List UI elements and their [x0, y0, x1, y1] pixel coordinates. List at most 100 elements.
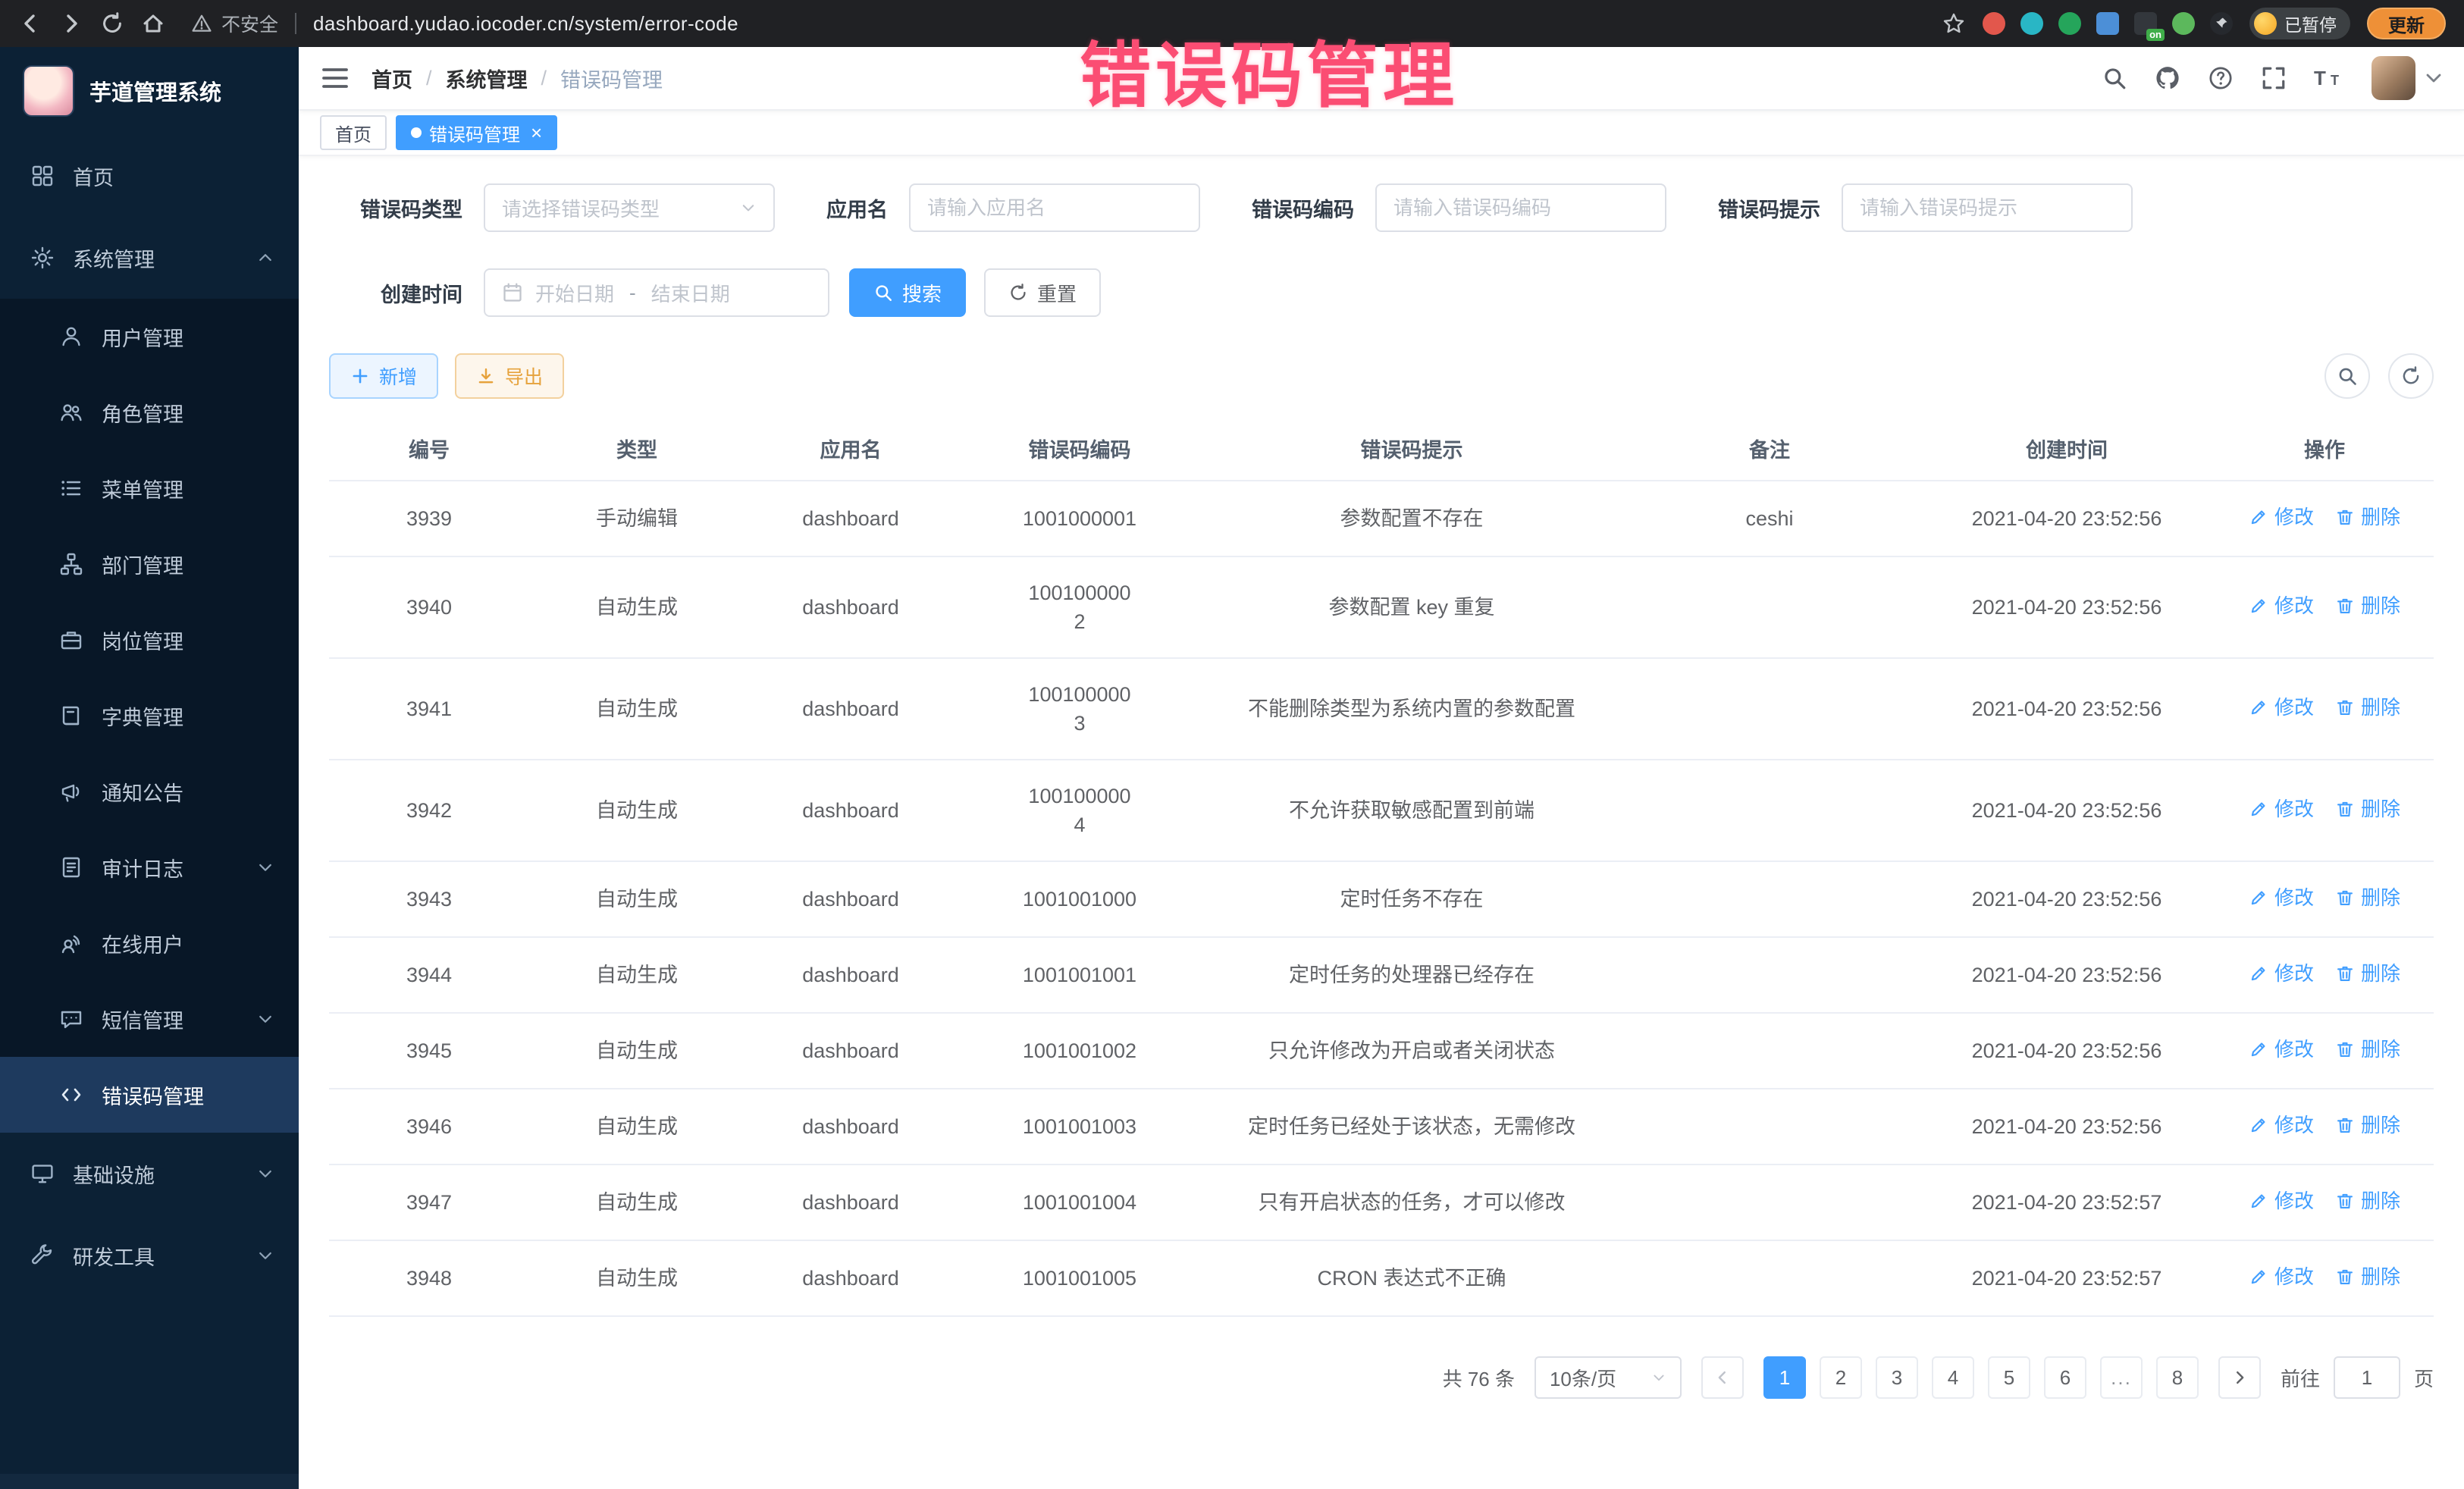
- tag-active[interactable]: 错误码管理×: [396, 115, 557, 150]
- help-icon[interactable]: [2208, 65, 2234, 91]
- page-button[interactable]: 6: [2044, 1356, 2086, 1399]
- home-icon[interactable]: [141, 11, 165, 36]
- delete-link[interactable]: 删除: [2335, 1186, 2400, 1215]
- page-button[interactable]: 3: [1876, 1356, 1918, 1399]
- remark-cell: [1621, 861, 1918, 937]
- refresh-table-button[interactable]: [2388, 353, 2434, 399]
- megaphone-icon: [59, 779, 83, 804]
- prev-page-button[interactable]: [1701, 1356, 1744, 1399]
- delete-link[interactable]: 删除: [2335, 795, 2400, 823]
- sidebar-item-error-code[interactable]: 错误码管理: [0, 1057, 299, 1133]
- edit-link[interactable]: 修改: [2249, 693, 2314, 722]
- delete-link[interactable]: 删除: [2335, 883, 2400, 912]
- delete-link[interactable]: 删除: [2335, 503, 2400, 531]
- remark-cell: [1621, 1165, 1918, 1240]
- edit-link[interactable]: 修改: [2249, 1262, 2314, 1291]
- download-icon: [476, 366, 496, 386]
- profile-paused-chip[interactable]: 已暂停: [2249, 8, 2350, 39]
- delete-link[interactable]: 删除: [2335, 591, 2400, 620]
- extension-icon[interactable]: [2058, 12, 2081, 35]
- next-page-button[interactable]: [2218, 1356, 2261, 1399]
- forward-icon[interactable]: [59, 11, 83, 36]
- sidebar-item-dept[interactable]: 部门管理: [0, 526, 299, 602]
- extension-icon[interactable]: [2020, 12, 2043, 35]
- back-icon[interactable]: [18, 11, 42, 36]
- edit-link[interactable]: 修改: [2249, 591, 2314, 620]
- sidebar-item-menu[interactable]: 菜单管理: [0, 450, 299, 526]
- sidebar-item-home[interactable]: 首页: [0, 135, 299, 217]
- error-msg-input[interactable]: [1842, 183, 2133, 232]
- edit-link[interactable]: 修改: [2249, 1111, 2314, 1139]
- app-title: 芋道管理系统: [89, 75, 221, 107]
- user-avatar-menu[interactable]: [2372, 56, 2441, 100]
- pin-icon[interactable]: [2210, 12, 2233, 35]
- edit-link[interactable]: 修改: [2249, 1186, 2314, 1215]
- sidebar-item-role[interactable]: 角色管理: [0, 375, 299, 450]
- sidebar-item-system[interactable]: 系统管理: [0, 217, 299, 299]
- edit-link[interactable]: 修改: [2249, 1035, 2314, 1064]
- table-row: 3944自动生成dashboard1001001001定时任务的处理器已经存在2…: [329, 937, 2434, 1013]
- id-cell: 3945: [329, 1013, 529, 1089]
- delete-link[interactable]: 删除: [2335, 1111, 2400, 1139]
- sidebar-item-online-user[interactable]: 在线用户: [0, 905, 299, 981]
- reset-button[interactable]: 重置: [984, 268, 1101, 317]
- page-size-select[interactable]: 10条/页: [1535, 1356, 1682, 1399]
- update-button[interactable]: 更新: [2367, 8, 2446, 39]
- bookmark-star-icon[interactable]: [1942, 11, 1966, 36]
- page-button[interactable]: 5: [1988, 1356, 2030, 1399]
- error-code-input[interactable]: [1375, 183, 1666, 232]
- search-button[interactable]: 搜索: [849, 268, 966, 317]
- date-range-picker[interactable]: 开始日期 - 结束日期: [484, 268, 829, 317]
- security-indicator[interactable]: 不安全: [191, 10, 278, 37]
- edit-link[interactable]: 修改: [2249, 795, 2314, 823]
- address-bar[interactable]: dashboard.yudao.iocoder.cn/system/error-…: [313, 12, 738, 36]
- logo[interactable]: 芋道管理系统: [0, 47, 299, 135]
- error-type-select[interactable]: 请选择错误码类型: [484, 183, 775, 232]
- edit-link[interactable]: 修改: [2249, 503, 2314, 531]
- fullscreen-icon[interactable]: [2261, 65, 2287, 91]
- refresh-icon[interactable]: [100, 11, 124, 36]
- breadcrumb-item[interactable]: 系统管理: [446, 64, 528, 93]
- extension-icon[interactable]: [1983, 12, 2005, 35]
- delete-link[interactable]: 删除: [2335, 1262, 2400, 1291]
- page-button[interactable]: 4: [1932, 1356, 1974, 1399]
- edit-link[interactable]: 修改: [2249, 883, 2314, 912]
- page-button[interactable]: 1: [1763, 1356, 1806, 1399]
- remark-cell: [1621, 1089, 1918, 1165]
- sidebar-item-sms[interactable]: 短信管理: [0, 981, 299, 1057]
- sidebar-item-notice[interactable]: 通知公告: [0, 754, 299, 829]
- app-name-input[interactable]: [909, 183, 1200, 232]
- page-button[interactable]: 2: [1820, 1356, 1862, 1399]
- extension-icon[interactable]: on: [2134, 12, 2157, 35]
- sidebar-item-audit-log[interactable]: 审计日志: [0, 829, 299, 905]
- github-icon[interactable]: [2155, 65, 2180, 91]
- edit-link[interactable]: 修改: [2249, 959, 2314, 988]
- page-button[interactable]: 8: [2156, 1356, 2199, 1399]
- goto-page: 前往 页: [2281, 1356, 2434, 1399]
- time-cell: 2021-04-20 23:52:56: [1918, 658, 2215, 760]
- breadcrumb-item[interactable]: 首页: [371, 64, 412, 93]
- toggle-search-button[interactable]: [2324, 353, 2370, 399]
- table-row: 3948自动生成dashboard1001001005CRON 表达式不正确20…: [329, 1240, 2434, 1316]
- sidebar-item-infra[interactable]: 基础设施: [0, 1133, 299, 1215]
- tag-item[interactable]: 首页: [320, 115, 387, 150]
- extension-icon[interactable]: [2172, 12, 2195, 35]
- sidebar-item-dev-tools[interactable]: 研发工具: [0, 1215, 299, 1296]
- hamburger-icon[interactable]: [321, 67, 349, 89]
- sidebar-item-post[interactable]: 岗位管理: [0, 602, 299, 678]
- export-button[interactable]: 导出: [455, 353, 564, 399]
- goto-page-input[interactable]: [2334, 1356, 2400, 1399]
- tag-close-icon[interactable]: ×: [531, 123, 542, 143]
- delete-icon: [2335, 1039, 2355, 1059]
- add-button[interactable]: 新增: [329, 353, 438, 399]
- time-cell: 2021-04-20 23:52:56: [1918, 481, 2215, 556]
- extension-icon[interactable]: [2096, 12, 2119, 35]
- header-search-icon[interactable]: [2102, 65, 2127, 91]
- delete-link[interactable]: 删除: [2335, 693, 2400, 722]
- delete-link[interactable]: 删除: [2335, 1035, 2400, 1064]
- font-size-icon[interactable]: TT: [2314, 65, 2344, 91]
- sidebar-item-user[interactable]: 用户管理: [0, 299, 299, 375]
- page-ellipsis[interactable]: ...: [2100, 1356, 2143, 1399]
- sidebar-item-dict[interactable]: 字典管理: [0, 678, 299, 754]
- delete-link[interactable]: 删除: [2335, 959, 2400, 988]
